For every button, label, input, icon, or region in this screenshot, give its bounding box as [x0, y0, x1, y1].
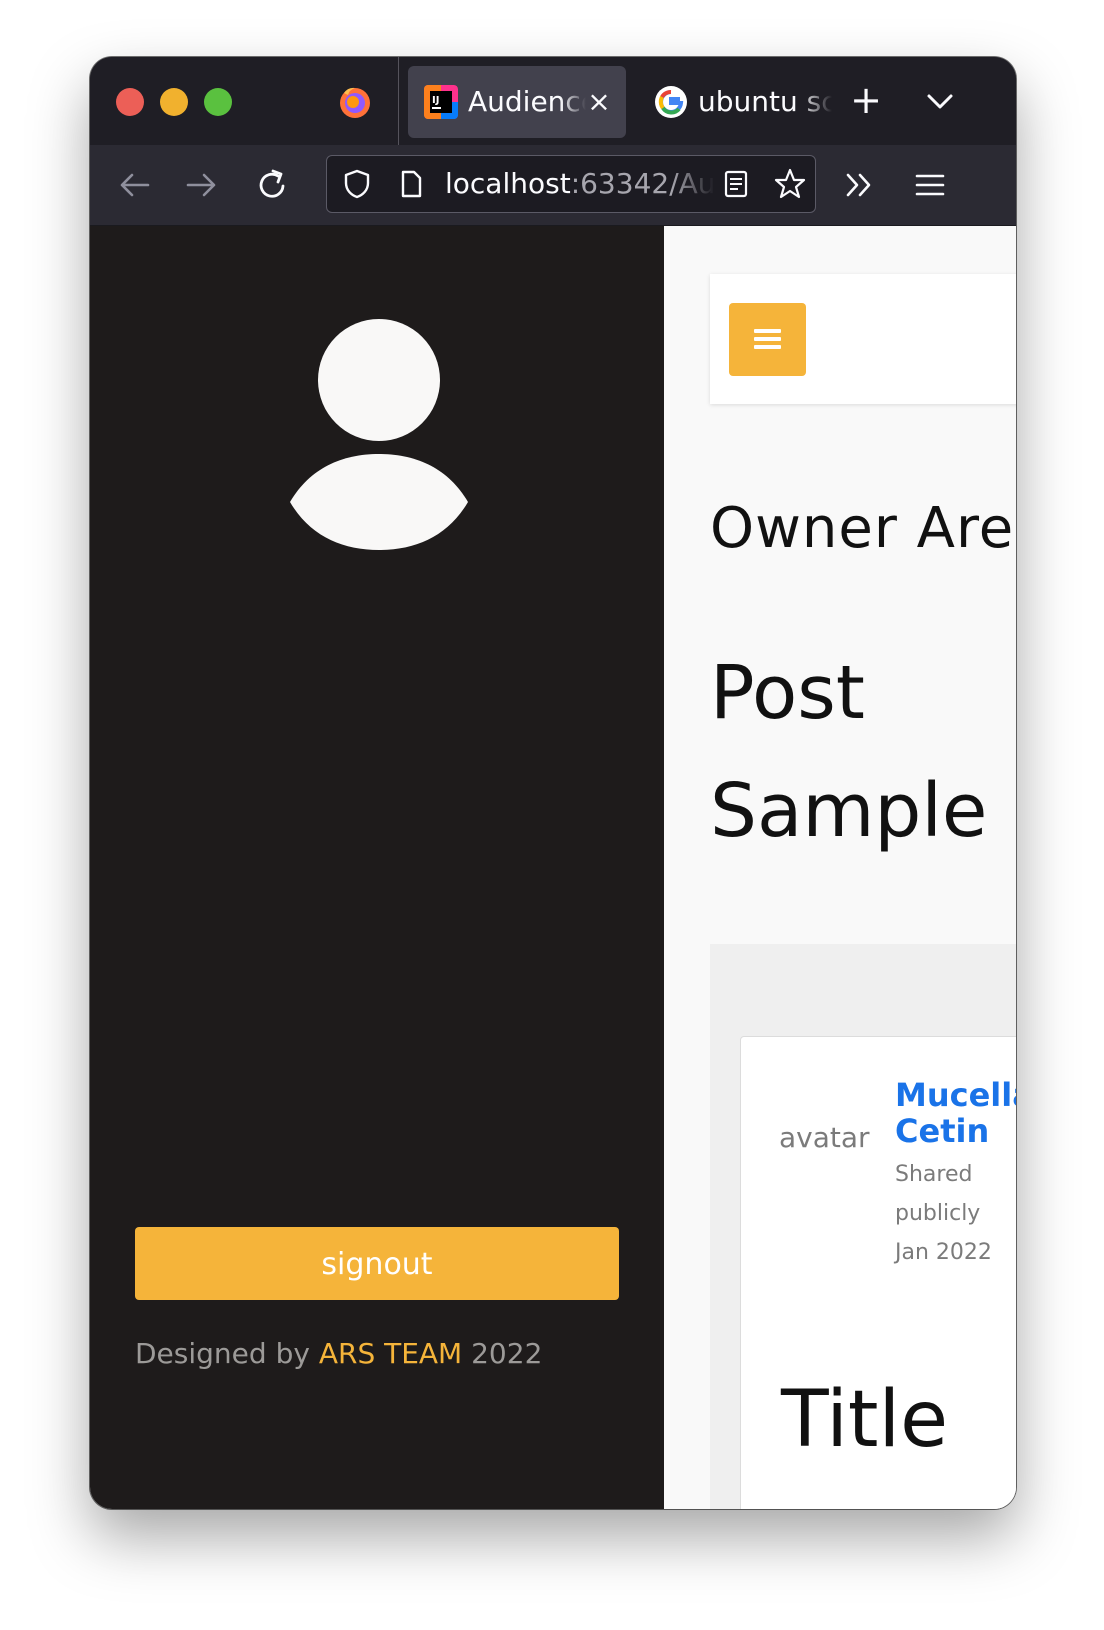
hamburger-menu-button[interactable]: [729, 303, 806, 376]
main-content: Owner Area Post Sample avatar Mucella Ce…: [664, 226, 1016, 1509]
credit-prefix: Designed by: [135, 1337, 319, 1370]
page-viewport: signout Designed by ARS TEAM 2022 Owner …: [90, 226, 1016, 1509]
close-tab-icon[interactable]: ×: [584, 66, 614, 138]
intellij-icon: IJ: [424, 85, 458, 119]
overflow-icon[interactable]: [840, 165, 880, 205]
tab-strip: IJ Audience Owner App × ubuntu screensho…: [90, 57, 1016, 145]
firefox-icon[interactable]: [338, 85, 372, 119]
tab-separator: [398, 57, 399, 145]
card-title: Title: [781, 1375, 949, 1465]
url-bar[interactable]: localhost:63342/Audience: [326, 155, 816, 213]
back-icon[interactable]: [114, 165, 154, 205]
author-name-link[interactable]: Mucella Cetin: [895, 1077, 1016, 1149]
author-avatar: avatar: [779, 1121, 870, 1154]
top-navbar: [710, 274, 1016, 404]
browser-window: IJ Audience Owner App × ubuntu screensho…: [90, 57, 1016, 1509]
minimize-window-button[interactable]: [160, 88, 188, 116]
post-visibility: publicly: [895, 1201, 981, 1226]
post-title: Post Sample: [710, 634, 987, 870]
reload-icon[interactable]: [252, 165, 292, 205]
reader-mode-icon[interactable]: [721, 169, 751, 199]
shield-icon[interactable]: [341, 168, 373, 200]
post-visibility: Shared: [895, 1162, 973, 1187]
page-title: Owner Area: [710, 496, 1016, 561]
url-host: localhost: [445, 167, 571, 200]
tab-title: Audience Owner App: [468, 85, 586, 118]
page-icon[interactable]: [395, 168, 427, 200]
tab-title: ubuntu screenshot: [698, 85, 832, 118]
credit-brand-link[interactable]: ARS TEAM: [319, 1337, 462, 1370]
user-avatar-icon: [290, 319, 468, 550]
post-title-line: Sample: [710, 768, 988, 854]
new-tab-button[interactable]: +: [846, 81, 886, 121]
google-icon: [655, 86, 687, 118]
sidebar: signout Designed by ARS TEAM 2022: [90, 226, 664, 1509]
hamburger-icon: [754, 345, 781, 349]
tab-audience[interactable]: IJ Audience Owner App ×: [408, 66, 626, 138]
footer-credit: Designed by ARS TEAM 2022: [135, 1336, 542, 1372]
post-meta: Shared publicly Jan 2022: [895, 1155, 1016, 1272]
menu-icon[interactable]: [910, 165, 950, 205]
forward-icon[interactable]: [182, 165, 222, 205]
credit-year: 2022: [462, 1337, 543, 1370]
tab-ubuntu-search[interactable]: ubuntu screenshot: [638, 66, 838, 138]
post-title-line: Post: [710, 650, 865, 736]
hamburger-icon: [754, 329, 781, 333]
signout-button[interactable]: signout: [135, 1227, 619, 1300]
maximize-window-button[interactable]: [204, 88, 232, 116]
url-path: :63342/Audience: [570, 167, 715, 200]
post-card[interactable]: avatar Mucella Cetin Shared publicly Jan…: [740, 1036, 1016, 1509]
hamburger-icon: [754, 337, 781, 341]
svg-text:IJ: IJ: [432, 95, 439, 106]
bookmark-star-icon[interactable]: [773, 167, 807, 201]
post-date: Jan 2022: [895, 1240, 992, 1265]
close-window-button[interactable]: [116, 88, 144, 116]
navigation-toolbar: localhost:63342/Audience: [90, 145, 1016, 226]
posts-feed: avatar Mucella Cetin Shared publicly Jan…: [710, 944, 1016, 1509]
chevron-down-icon[interactable]: [922, 83, 958, 119]
url-text[interactable]: localhost:63342/Audience: [445, 156, 715, 212]
